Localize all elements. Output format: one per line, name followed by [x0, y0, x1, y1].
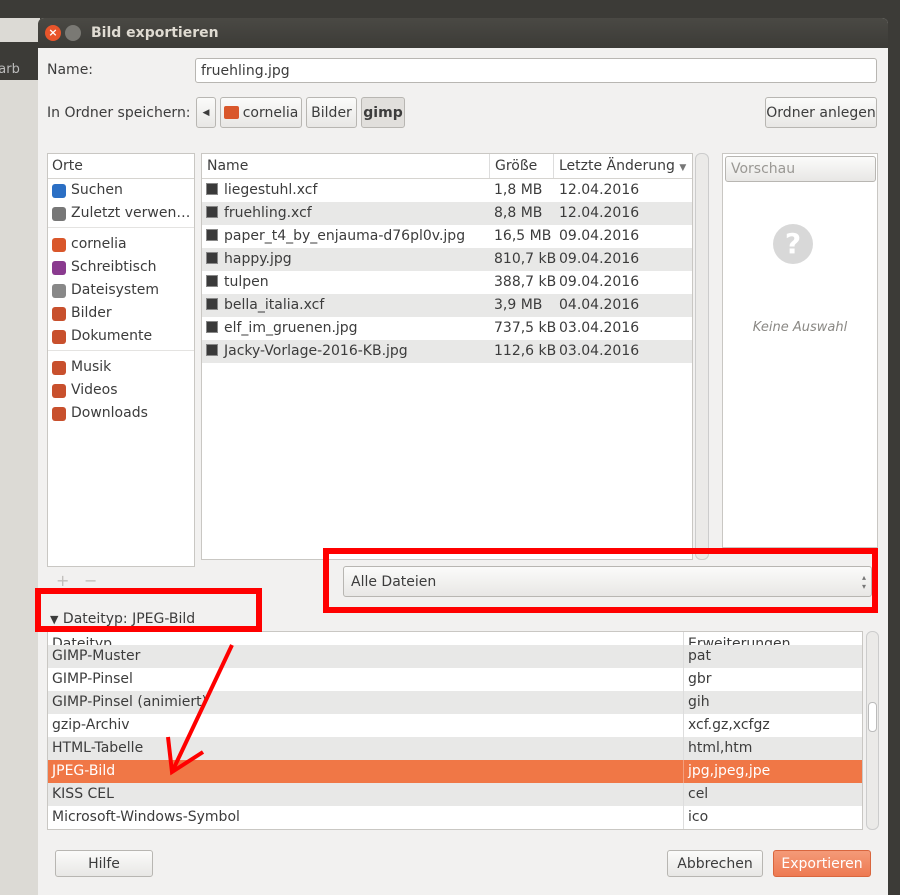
- annotation-arrow: [166, 644, 234, 776]
